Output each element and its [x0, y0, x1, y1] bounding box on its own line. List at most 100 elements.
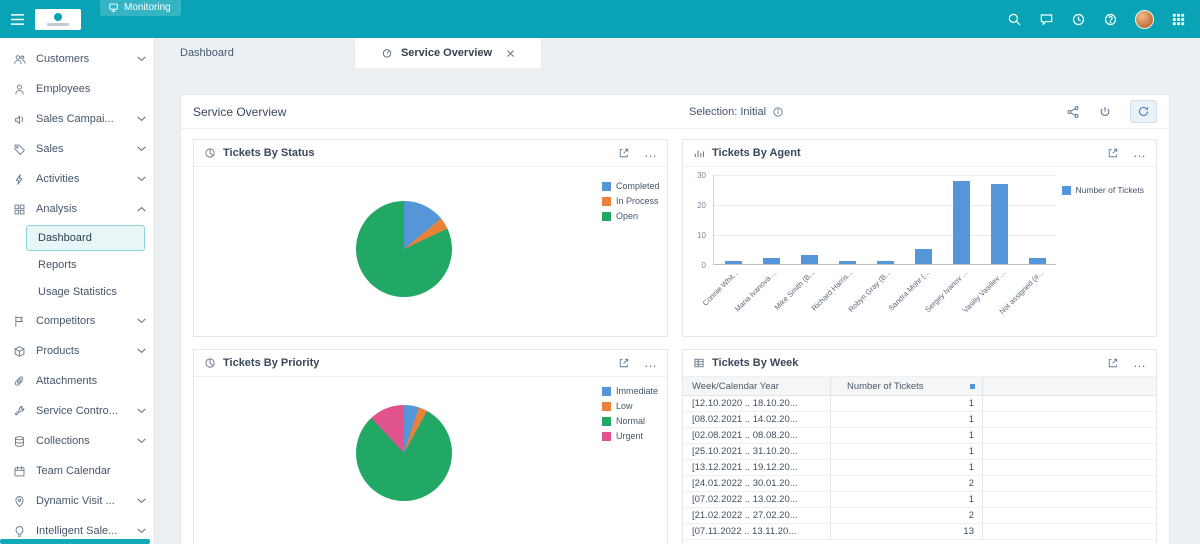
content-area: Service Overview Selection: Initial Tick…	[155, 68, 1200, 544]
sidebar-item-products[interactable]: Products	[0, 336, 154, 366]
cell-empty	[983, 524, 1156, 539]
bar-maria-ivanova[interactable]	[752, 175, 790, 264]
overflow-menu-icon[interactable]: …	[644, 356, 657, 369]
status-pie-chart[interactable]	[356, 201, 452, 297]
topbar: Monitoring	[0, 0, 1200, 38]
campaign-icon	[13, 113, 27, 126]
open-in-new-icon[interactable]	[618, 357, 630, 369]
service-overview-panel: Service Overview Selection: Initial Tick…	[180, 94, 1170, 544]
sidebar-item-sales-campai[interactable]: Sales Campai...	[0, 104, 154, 134]
bar-richard-harris[interactable]	[828, 175, 866, 264]
tile-priority-header: Tickets By Priority …	[194, 350, 667, 377]
help-icon[interactable]	[1103, 12, 1118, 27]
sidebar-item-team-calendar[interactable]: Team Calendar	[0, 456, 154, 486]
sidebar-item-label: Analysis	[36, 203, 77, 215]
sidebar-subitem-dashboard[interactable]: Dashboard	[26, 225, 145, 251]
open-in-new-icon[interactable]	[1107, 357, 1119, 369]
column-header-week[interactable]: Week/Calendar Year	[683, 377, 831, 395]
sidebar-item-customers[interactable]: Customers	[0, 44, 154, 74]
sidebar-item-label: Service Contro...	[36, 405, 118, 417]
table-row[interactable]: [13.12.2021 .. 19.12.20... 1	[683, 460, 1156, 476]
bar-sandra-mohr[interactable]	[904, 175, 942, 264]
priority-legend: Immediate Low Normal Urgent	[602, 386, 658, 441]
selection-label: Selection: Initial	[689, 105, 767, 118]
tile-agent-header: Tickets By Agent …	[683, 140, 1156, 167]
table-row[interactable]: [02.08.2021 .. 08.08.20... 1	[683, 428, 1156, 444]
cell-empty	[983, 444, 1156, 459]
panel-actions	[1066, 100, 1157, 123]
sidebar-item-dynamic-visit[interactable]: Dynamic Visit ...	[0, 486, 154, 516]
selection-control[interactable]: Selection: Initial	[689, 106, 784, 118]
legend-label: Urgent	[616, 431, 644, 441]
overflow-menu-icon[interactable]: …	[1133, 356, 1146, 369]
info-icon[interactable]	[772, 106, 784, 118]
legend-item-urgent: Urgent	[602, 431, 658, 441]
bar-sergey-ivanov[interactable]	[942, 175, 980, 264]
bar-rect	[914, 249, 932, 264]
bar-rect	[990, 183, 1008, 264]
sidebar-subitem-usage-statistics[interactable]: Usage Statistics	[26, 279, 145, 305]
search-icon[interactable]	[1007, 12, 1022, 27]
share-icon[interactable]	[1066, 105, 1080, 119]
priority-pie-chart[interactable]	[356, 405, 452, 501]
tile-agent-title: Tickets By Agent	[712, 147, 801, 159]
sidebar-item-employees[interactable]: Employees	[0, 74, 154, 104]
sidebar-item-attachments[interactable]: Attachments	[0, 366, 154, 396]
table-row[interactable]: [21.02.2022 .. 27.02.20... 2	[683, 508, 1156, 524]
table-row[interactable]: [12.10.2020 .. 18.10.20... 1	[683, 396, 1156, 412]
sidebar-item-competitors[interactable]: Competitors	[0, 306, 154, 336]
open-in-new-icon[interactable]	[618, 147, 630, 159]
sidebar-item-activities[interactable]: Activities	[0, 164, 154, 194]
week-table-header: Week/Calendar Year Number of Tickets	[683, 377, 1156, 396]
sidebar-item-analysis[interactable]: Analysis	[0, 194, 154, 224]
bar-mike-smith-b[interactable]	[790, 175, 828, 264]
tab-dashboard[interactable]: Dashboard	[155, 38, 355, 68]
table-row[interactable]: [24.01.2022 .. 30.01.20... 2	[683, 476, 1156, 492]
power-icon[interactable]	[1098, 105, 1112, 119]
history-icon[interactable]	[1071, 12, 1086, 27]
sidebar-item-service-contro[interactable]: Service Contro...	[0, 396, 154, 426]
brand-logo[interactable]	[35, 8, 81, 30]
close-tab-icon[interactable]	[506, 49, 515, 58]
legend-item-number-of-tickets: Number of Tickets	[1061, 185, 1144, 195]
cell-count: 2	[831, 476, 983, 491]
feed-chat-icon[interactable]	[1039, 12, 1054, 27]
refresh-button[interactable]	[1130, 100, 1157, 123]
table-row[interactable]: [25.10.2021 .. 31.10.20... 1	[683, 444, 1156, 460]
cell-empty	[983, 476, 1156, 491]
user-avatar[interactable]	[1135, 9, 1154, 29]
column-header-count[interactable]: Number of Tickets	[831, 377, 983, 395]
tab-service-overview[interactable]: Service Overview	[355, 38, 541, 68]
sidebar-subitem-reports[interactable]: Reports	[26, 252, 145, 278]
overflow-menu-icon[interactable]: …	[1133, 146, 1146, 159]
bar-robyn-gray-b[interactable]	[866, 175, 904, 264]
hamburger-menu-icon[interactable]	[10, 13, 25, 26]
sidebar-nav: Customers Employees Sales Campai... Sales Ac…	[0, 44, 154, 544]
sidebar-subitem-label: Usage Statistics	[38, 286, 117, 298]
apps-grid-icon[interactable]	[1171, 12, 1186, 27]
overflow-menu-icon[interactable]: …	[644, 146, 657, 159]
legend-item-completed: Completed	[602, 181, 660, 191]
sidebar-item-collections[interactable]: Collections	[0, 426, 154, 456]
cell-week: [02.08.2021 .. 08.08.20...	[683, 428, 831, 443]
table-row[interactable]: [08.02.2021 .. 14.02.20... 1	[683, 412, 1156, 428]
monitoring-tab[interactable]: Monitoring	[100, 0, 181, 16]
bar-vasiliy-vasiliev[interactable]	[980, 175, 1018, 264]
bar-not-assigned[interactable]	[1018, 175, 1056, 264]
sidebar-item-sales[interactable]: Sales	[0, 134, 154, 164]
sidebar-scrollbar[interactable]	[0, 539, 150, 544]
sidebar-item-label: Intelligent Sale...	[36, 525, 118, 537]
cell-count: 1	[831, 460, 983, 475]
table-row[interactable]: [07.11.2022 .. 13.11.20... 13	[683, 524, 1156, 540]
sidebar-item-label: Customers	[36, 53, 90, 65]
legend-label: Immediate	[616, 386, 659, 396]
sort-indicator	[970, 383, 975, 389]
table-row[interactable]: [07.02.2022 .. 13.02.20... 1	[683, 492, 1156, 508]
tile-tickets-by-status: Tickets By Status … Completed In Process…	[193, 139, 668, 337]
open-in-new-icon[interactable]	[1107, 147, 1119, 159]
legend-label: In Process	[616, 196, 659, 206]
bar-connie-whit[interactable]	[714, 175, 752, 264]
chevron-down-icon	[137, 56, 146, 62]
dashboard-grid: Tickets By Status … Completed In Process…	[181, 129, 1169, 544]
sidebar-item-label: Sales	[36, 143, 64, 155]
